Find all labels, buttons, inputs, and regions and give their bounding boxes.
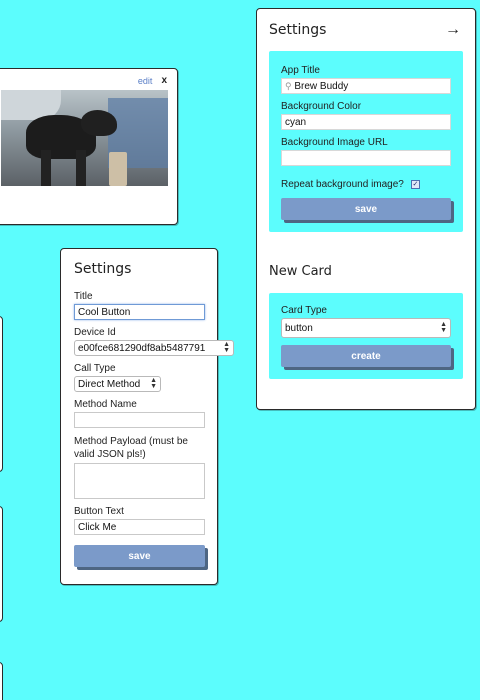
save-button[interactable]: save [74,545,205,567]
background-image-label: Background Image URL [281,137,388,148]
background-color-input[interactable]: cyan [281,114,451,130]
card-type-select[interactable]: button ▲ ▼ [281,318,451,338]
title-label: Title [74,291,93,302]
settings-title: Settings [74,261,132,277]
title-input[interactable]: Cool Button [74,304,205,320]
app-title-label: App Title [281,65,320,76]
panel-title: Settings [269,22,327,38]
close-icon[interactable]: x [161,75,167,86]
call-type-label: Call Type [74,363,116,374]
method-name-label: Method Name [74,399,137,410]
device-id-select[interactable]: e00fce681290df8ab5487791 ▲ ▼ [74,340,234,356]
new-card-title: New Card [269,264,332,279]
offscreen-card-edge [0,506,3,622]
image-card: edit x [0,68,178,225]
repeat-background-label: Repeat background image? [281,179,404,190]
save-settings-button[interactable]: save [281,198,451,220]
background-color-label: Background Color [281,101,362,112]
app-title-input[interactable]: ⚲ Brew Buddy [281,78,451,94]
autofill-icon: ⚲ [285,81,292,91]
call-type-value: Direct Method [78,378,141,390]
image-card-actions: edit x [138,75,167,86]
select-arrows-icon: ▲ ▼ [150,377,157,390]
button-text-input[interactable]: Click Me [74,519,205,535]
app-title-value: Brew Buddy [294,81,349,92]
edit-link[interactable]: edit [138,76,153,86]
repeat-background-checkbox[interactable]: ✓ [410,179,420,189]
method-name-input[interactable] [74,412,205,428]
app-settings-form: App Title ⚲ Brew Buddy Background Color … [269,51,463,232]
offscreen-card-edge [0,662,3,700]
card-type-value: button [285,322,313,334]
select-arrows-icon: ▲ ▼ [440,321,447,334]
panel-header: Settings → [269,21,463,39]
new-card-form: Card Type button ▲ ▼ create [269,293,463,379]
device-id-label: Device Id [74,327,116,338]
create-button[interactable]: create [281,345,451,367]
device-id-value: e00fce681290df8ab5487791 [78,342,206,354]
offscreen-card-edge [0,316,3,472]
method-payload-label: Method Payload (must be valid JSON pls!) [74,436,188,460]
dog-photo [1,90,168,186]
button-text-label: Button Text [74,506,124,517]
button-settings-card: Settings Title Cool Button Device Id e00… [60,248,234,585]
card-type-label: Card Type [281,305,327,316]
background-image-input[interactable] [281,150,451,166]
app-settings-panel: Settings → App Title ⚲ Brew Buddy Backgr… [256,8,476,410]
right-arrow-icon[interactable]: → [445,21,461,39]
call-type-select[interactable]: Direct Method ▲ ▼ [74,376,161,392]
method-payload-textarea[interactable] [74,463,205,499]
select-arrows-icon: ▲ ▼ [223,341,230,354]
